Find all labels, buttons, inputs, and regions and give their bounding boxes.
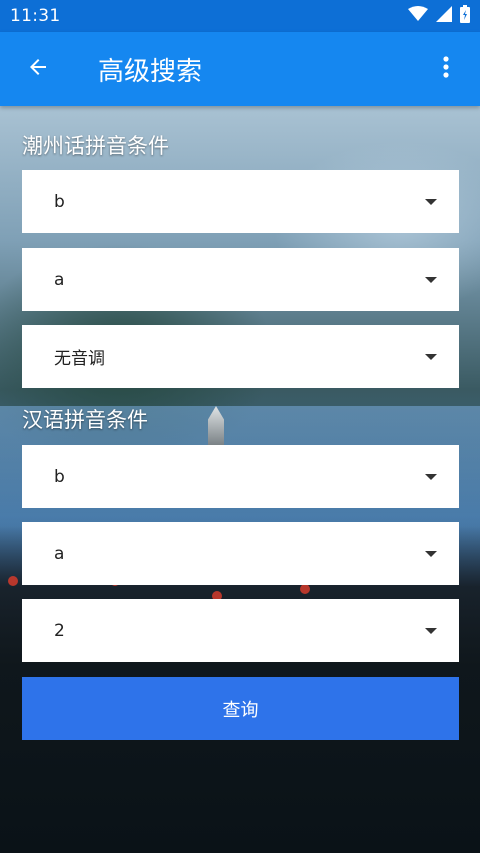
app-bar: 高级搜索: [0, 32, 480, 106]
back-button[interactable]: [14, 45, 62, 93]
mandarin-final-spinner[interactable]: a: [22, 522, 459, 585]
spinner-value: a: [54, 269, 65, 290]
dropdown-arrow-icon: [425, 473, 437, 480]
chaozhou-initial-spinner[interactable]: b: [22, 170, 459, 233]
search-form: 潮州话拼音条件 b a 无音调 汉语拼音条件 b a 2 查询: [0, 106, 480, 853]
chaozhou-section-label: 潮州话拼音条件: [22, 134, 169, 158]
dropdown-arrow-icon: [425, 198, 437, 205]
signal-icon: [436, 6, 452, 26]
page-title: 高级搜索: [98, 56, 203, 87]
dropdown-arrow-icon: [425, 276, 437, 283]
status-bar: 11:31: [0, 0, 480, 32]
spinner-value: 2: [54, 620, 65, 641]
battery-icon: [460, 5, 470, 27]
spinner-value: 无音调: [54, 349, 105, 369]
mandarin-section-label: 汉语拼音条件: [22, 408, 148, 432]
status-time: 11:31: [10, 6, 61, 26]
chaozhou-tone-spinner[interactable]: 无音调: [22, 325, 459, 388]
spinner-value: b: [54, 466, 65, 487]
wifi-icon: [408, 6, 428, 26]
chaozhou-final-spinner[interactable]: a: [22, 248, 459, 311]
mandarin-tone-spinner[interactable]: 2: [22, 599, 459, 662]
query-button[interactable]: 查询: [22, 677, 459, 740]
arrow-left-icon: [26, 55, 50, 83]
dropdown-arrow-icon: [425, 550, 437, 557]
spinner-value: a: [54, 543, 65, 564]
spinner-value: b: [54, 191, 65, 212]
more-vert-icon: [442, 55, 450, 83]
dropdown-arrow-icon: [425, 627, 437, 634]
dropdown-arrow-icon: [425, 353, 437, 360]
overflow-menu-button[interactable]: [422, 45, 470, 93]
mandarin-initial-spinner[interactable]: b: [22, 445, 459, 508]
status-icons: [408, 5, 470, 27]
